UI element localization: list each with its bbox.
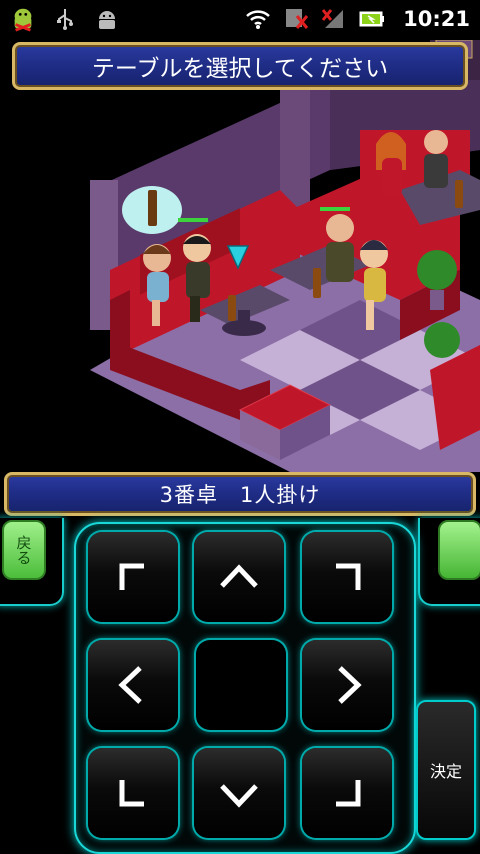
instruction-text: テーブルを選択してください xyxy=(91,56,389,82)
arrow-up-left-icon xyxy=(119,563,144,590)
center-button[interactable] xyxy=(196,640,286,730)
up-left-button[interactable] xyxy=(88,532,178,622)
table-info-text: 3番卓 1人掛け xyxy=(159,483,321,507)
arrow-down-icon xyxy=(220,784,258,808)
arrow-up-icon xyxy=(220,564,258,588)
no-data-icon xyxy=(283,6,309,32)
wifi-icon xyxy=(245,6,271,32)
game-scene[interactable] xyxy=(0,40,480,472)
arrow-down-right-icon xyxy=(336,780,361,807)
clock: 10:21 xyxy=(403,7,470,31)
back-button-label: 戻る xyxy=(14,535,33,565)
menu-button[interactable] xyxy=(438,520,480,580)
up-button[interactable] xyxy=(194,532,284,622)
back-button[interactable]: 戻る xyxy=(2,520,46,580)
table-info-banner: 3番卓 1人掛け xyxy=(4,472,476,516)
confirm-button[interactable]: 決定 xyxy=(416,700,476,840)
confirm-button-label: 決定 xyxy=(429,762,462,781)
signal-icon xyxy=(321,6,347,32)
battery-icon xyxy=(359,6,385,32)
right-button[interactable] xyxy=(302,640,392,730)
android-debug-icon xyxy=(94,6,120,32)
up-right-button[interactable] xyxy=(302,532,392,622)
down-right-button[interactable] xyxy=(302,748,392,838)
usb-icon xyxy=(52,6,78,32)
arrow-down-left-icon xyxy=(119,780,144,807)
arrow-left-icon xyxy=(118,666,142,704)
down-left-button[interactable] xyxy=(88,748,178,838)
left-button[interactable] xyxy=(88,640,178,730)
down-button[interactable] xyxy=(194,748,284,838)
instruction-banner: テーブルを選択してください xyxy=(12,42,468,90)
android-icon xyxy=(10,6,36,32)
arrow-up-right-icon xyxy=(336,563,361,590)
status-bar: 10:21 xyxy=(0,0,480,38)
arrow-right-icon xyxy=(338,666,362,704)
